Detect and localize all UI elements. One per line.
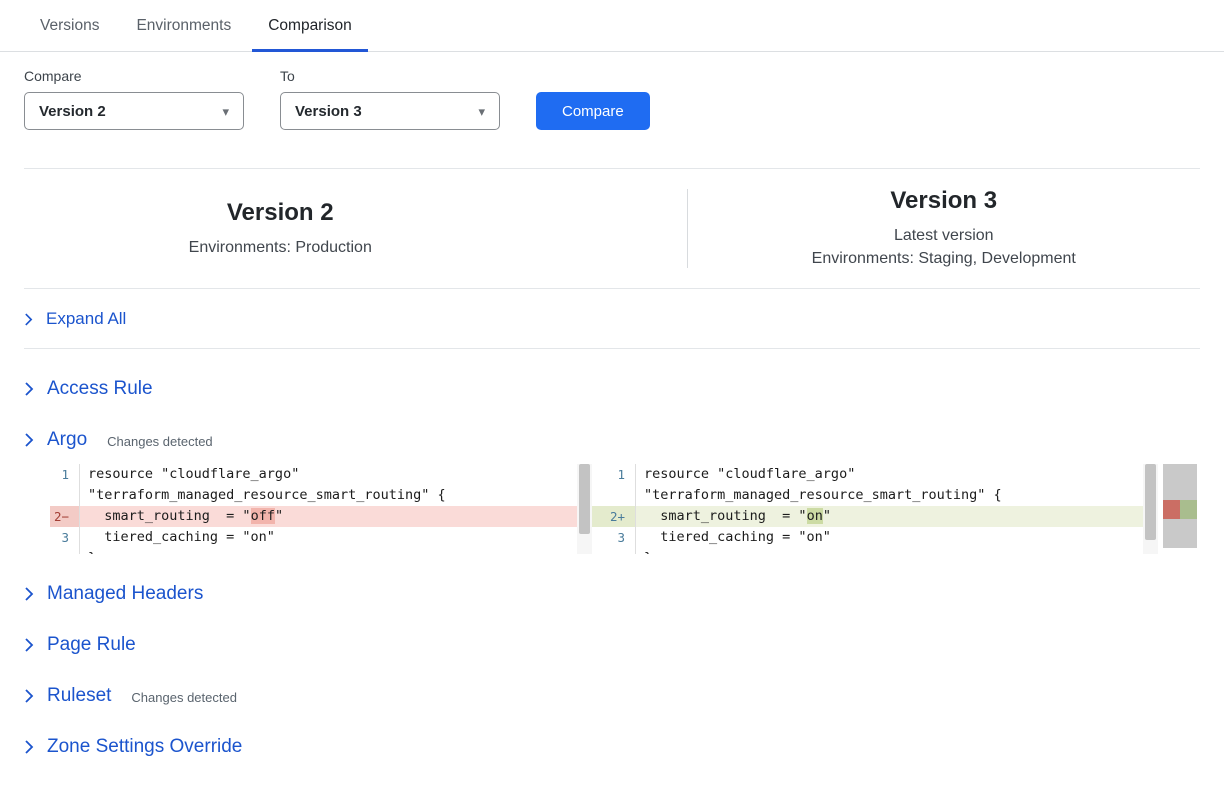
line-number: 2− <box>50 506 80 527</box>
code-text: smart_routing = "off" <box>80 506 283 527</box>
scrollbar[interactable] <box>577 464 592 554</box>
section-label: Zone Settings Override <box>47 736 242 758</box>
comparison-page: Versions Environments Comparison Compare… <box>0 0 1224 758</box>
left-version-title: Version 2 <box>24 199 537 227</box>
line-number: 1 <box>592 464 636 485</box>
right-version-title: Version 3 <box>688 187 1201 215</box>
code-line: 1resource "cloudflare_argo" <box>592 464 1158 485</box>
right-version-latest-label: Latest version <box>688 224 1201 247</box>
code-text: tiered_caching = "on" <box>80 527 275 548</box>
compare-to-value: Version 3 <box>295 103 362 120</box>
expand-all-label: Expand All <box>46 309 126 329</box>
compare-from-value: Version 2 <box>39 103 106 120</box>
code-line-added: 2+ smart_routing = "on" <box>592 506 1158 527</box>
added-token: on <box>807 508 823 524</box>
right-version-environments: Environments: Staging, Development <box>688 247 1201 270</box>
compare-button[interactable]: Compare <box>536 92 650 130</box>
chevron-right-icon <box>24 586 34 602</box>
section-zone-settings-override[interactable]: Zone Settings Override <box>24 736 1200 758</box>
code-segment: " <box>823 508 831 524</box>
chevron-right-icon <box>24 688 34 704</box>
removed-marker <box>1163 500 1180 519</box>
code-line: 1resource "cloudflare_argo" <box>50 464 592 485</box>
left-version-environments: Environments: Production <box>24 236 537 259</box>
code-segment: smart_routing = " <box>644 508 807 524</box>
line-number: 4 <box>592 548 636 554</box>
tab-comparison[interactable]: Comparison <box>252 0 368 52</box>
section-label: Access Rule <box>47 378 153 400</box>
section-argo[interactable]: Argo Changes detected <box>24 429 1200 451</box>
code-text: } <box>636 548 652 554</box>
code-line: 4} <box>592 548 1158 554</box>
section-label: Page Rule <box>47 634 136 656</box>
scrollbar[interactable] <box>1143 464 1158 554</box>
argo-diff-view: 1resource "cloudflare_argo" "terraform_m… <box>50 464 1200 554</box>
scrollbar-thumb[interactable] <box>1145 464 1156 540</box>
section-page-rule[interactable]: Page Rule <box>24 634 1200 656</box>
chevron-right-icon <box>24 432 34 448</box>
chevron-right-icon <box>24 739 34 755</box>
tab-bar: Versions Environments Comparison <box>0 0 1224 52</box>
code-segment: smart_routing = " <box>88 508 251 524</box>
diff-overview-ruler[interactable] <box>1163 464 1197 548</box>
code-text: resource "cloudflare_argo" <box>636 464 855 485</box>
chevron-right-icon <box>24 637 34 653</box>
section-label: Ruleset <box>47 685 111 707</box>
code-text: smart_routing = "on" <box>636 506 831 527</box>
code-segment: " <box>275 508 283 524</box>
diff-right-editor[interactable]: 1resource "cloudflare_argo" "terraform_m… <box>592 464 1158 554</box>
code-text: resource "cloudflare_argo" <box>80 464 299 485</box>
right-version-header: Version 3 Latest version Environments: S… <box>688 187 1201 270</box>
compare-to-select[interactable]: Version 3 ▾ <box>280 92 500 130</box>
line-number: 3 <box>50 527 80 548</box>
code-text: "terraform_managed_resource_smart_routin… <box>636 485 1002 506</box>
scrollbar-thumb[interactable] <box>579 464 590 534</box>
compare-controls: Compare Version 2 ▾ To Version 3 ▾ Compa… <box>0 52 1224 130</box>
chevron-down-icon: ▾ <box>222 105 229 118</box>
chevron-right-icon <box>24 312 33 327</box>
section-ruleset[interactable]: Ruleset Changes detected <box>24 685 1200 707</box>
line-number: 3 <box>592 527 636 548</box>
version-headers: Version 2 Environments: Production Versi… <box>0 169 1224 288</box>
compare-from-select[interactable]: Version 2 ▾ <box>24 92 244 130</box>
resource-sections: Access Rule Argo Changes detected 1resou… <box>0 378 1224 758</box>
code-line-wrap: "terraform_managed_resource_smart_routin… <box>50 485 592 506</box>
section-access-rule[interactable]: Access Rule <box>24 378 1200 400</box>
code-text: "terraform_managed_resource_smart_routin… <box>80 485 446 506</box>
chevron-right-icon <box>24 381 34 397</box>
code-line: 3 tiered_caching = "on" <box>50 527 592 548</box>
tab-versions[interactable]: Versions <box>24 0 115 52</box>
code-line-wrap: "terraform_managed_resource_smart_routin… <box>592 485 1158 506</box>
changes-detected-badge: Changes detected <box>107 434 213 449</box>
line-number: 4 <box>50 548 80 554</box>
code-line: 4} <box>50 548 592 554</box>
line-number <box>50 485 80 506</box>
compare-to-field: To Version 3 ▾ <box>280 68 500 130</box>
expand-all-button[interactable]: Expand All <box>0 289 1224 348</box>
code-text: } <box>80 548 96 554</box>
compare-from-label: Compare <box>24 68 244 84</box>
compare-to-label: To <box>280 68 500 84</box>
code-line-removed: 2− smart_routing = "off" <box>50 506 592 527</box>
line-number <box>592 485 636 506</box>
changes-detected-badge: Changes detected <box>131 690 237 705</box>
section-label: Argo <box>47 429 87 451</box>
diff-left-editor[interactable]: 1resource "cloudflare_argo" "terraform_m… <box>50 464 592 554</box>
code-text: tiered_caching = "on" <box>636 527 831 548</box>
removed-token: off <box>251 508 275 524</box>
added-marker <box>1180 500 1197 519</box>
tab-environments[interactable]: Environments <box>120 0 247 52</box>
left-version-header: Version 2 Environments: Production <box>24 187 687 270</box>
divider <box>24 348 1200 349</box>
line-number: 1 <box>50 464 80 485</box>
compare-from-field: Compare Version 2 ▾ <box>24 68 244 130</box>
code-line: 3 tiered_caching = "on" <box>592 527 1158 548</box>
line-number: 2+ <box>592 506 636 527</box>
section-label: Managed Headers <box>47 583 203 605</box>
section-managed-headers[interactable]: Managed Headers <box>24 583 1200 605</box>
chevron-down-icon: ▾ <box>478 105 485 118</box>
